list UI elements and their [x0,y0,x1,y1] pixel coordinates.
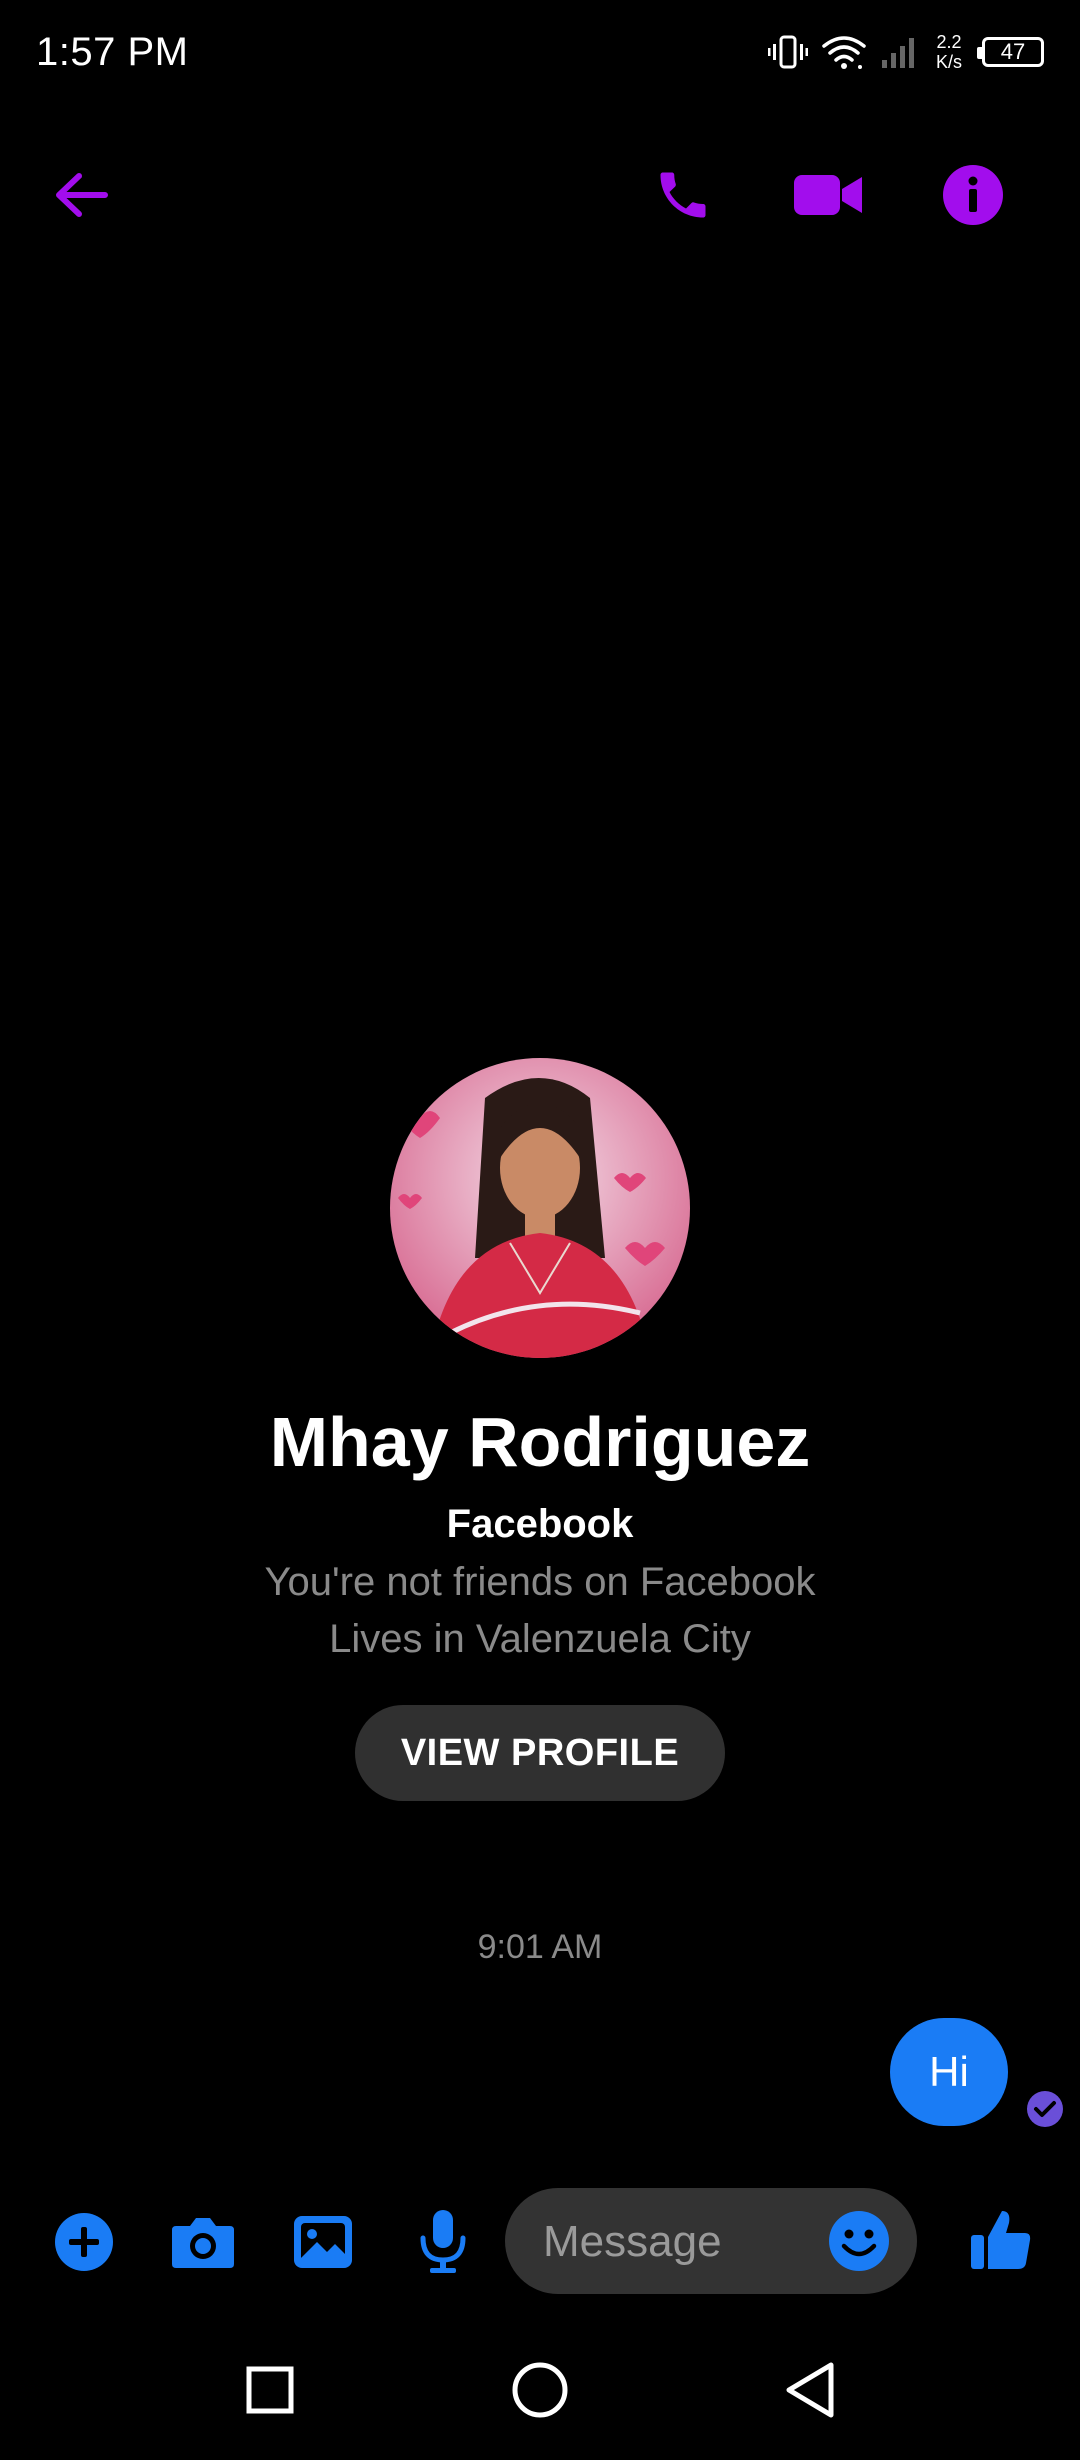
view-profile-button[interactable]: VIEW PROFILE [355,1705,725,1801]
profile-name: Mhay Rodriguez [269,1403,811,1481]
status-bar: 1:57 PM 2.2 K/s 47 [0,0,1080,110]
recents-button[interactable] [240,2360,300,2420]
message-input-container [505,2188,917,2296]
info-icon [943,165,1003,225]
phone-icon [660,172,706,218]
status-time: 1:57 PM [36,30,189,74]
recents-icon [246,2366,294,2414]
chat-header [0,150,1080,240]
delivered-check-icon [1026,2090,1064,2133]
plus-button[interactable] [52,2210,116,2274]
back-button[interactable] [46,165,116,225]
camera-icon [172,2218,234,2268]
gallery-icon [294,2216,352,2268]
home-icon [512,2362,568,2418]
outgoing-message[interactable]: Hi [890,2018,1008,2126]
avatar[interactable] [390,1058,690,1358]
video-camera-icon [794,175,862,215]
emoji-icon [829,2211,889,2271]
net-speed: 2.2 K/s [936,32,962,72]
battery-icon: 47 [977,37,1044,67]
microphone-icon [420,2210,466,2273]
plus-icon [55,2213,113,2271]
message-text: Hi [929,2048,969,2095]
net-speed-value: 2.2 [936,32,962,52]
thumbs-up-icon [971,2211,1031,2269]
avatar-image [390,1058,690,1358]
video-call-button[interactable] [790,162,866,228]
camera-button[interactable] [168,2210,238,2274]
battery-level: 47 [1000,39,1026,64]
voice-button[interactable] [412,2206,474,2276]
profile-platform: Facebook [446,1502,634,1546]
back-nav-button[interactable] [778,2358,842,2422]
vibrate-icon [767,35,808,69]
info-button[interactable] [940,162,1006,228]
like-button[interactable] [966,2204,1036,2274]
message-input[interactable] [541,2188,815,2296]
net-speed-unit: K/s [935,52,962,72]
profile-location: Lives in Valenzuela City [329,1617,751,1661]
friend-status: You're not friends on Facebook [264,1560,816,1604]
status-icons: 2.2 K/s 47 [767,32,1044,72]
emoji-button[interactable] [827,2209,891,2273]
call-button[interactable] [650,162,716,228]
signal-icon [881,38,914,68]
home-button[interactable] [508,2358,572,2422]
back-icon [786,2362,834,2418]
message-composer [0,2180,1080,2300]
message-timestamp: 9:01 AM [477,1928,603,1966]
wifi-icon [822,36,866,69]
system-nav-bar [0,2340,1080,2460]
gallery-button[interactable] [290,2210,356,2274]
back-arrow-icon [56,173,108,217]
